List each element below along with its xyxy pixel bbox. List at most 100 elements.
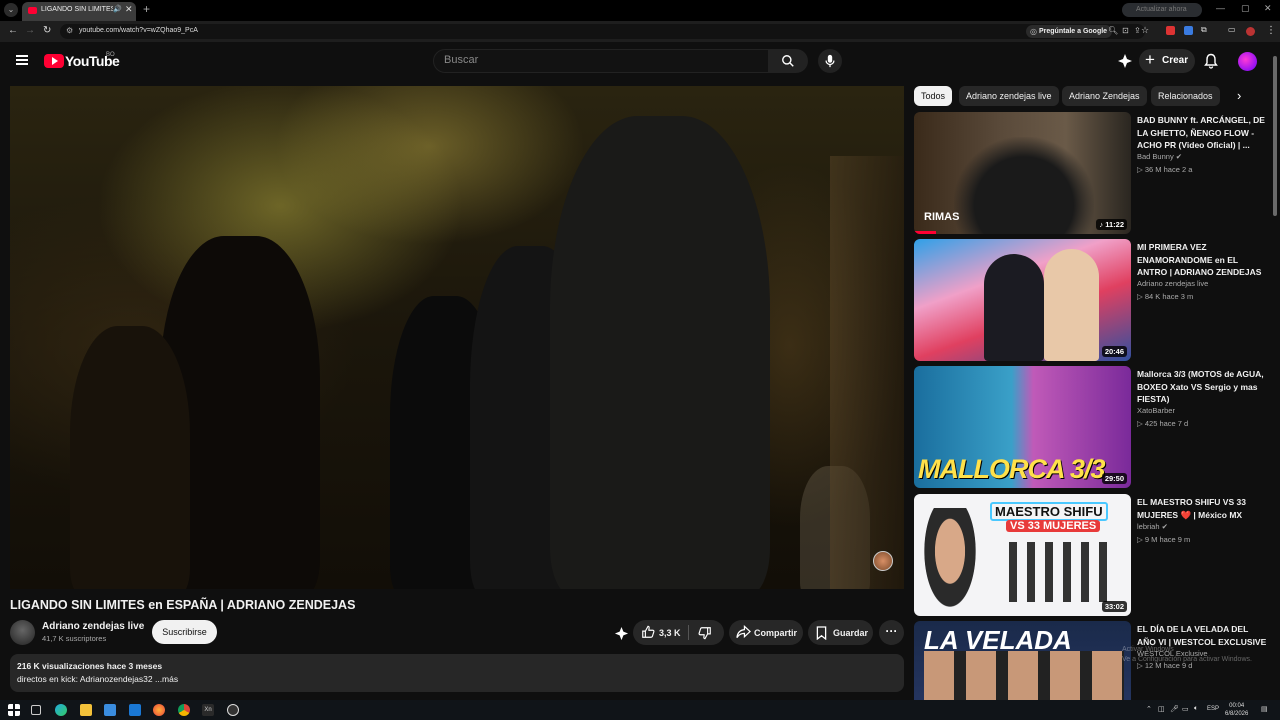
save-button[interactable]: Guardar [808,620,873,645]
close-window-button[interactable]: ✕ [1264,3,1272,14]
tray-mic-icon[interactable]: 🎤︎ [1170,705,1179,713]
edge-icon[interactable] [55,704,67,716]
recommendation-meta: ▷ 36 M hace 2 a [1137,165,1192,174]
chip-relacionados[interactable]: Relacionados [1151,86,1220,106]
recommendation-item[interactable]: RIMAS ♪ 11:22 BAD BUNNY ft. ARCÁNGEL, DE… [914,112,1269,235]
duration-badge: 29:50 [1101,473,1127,484]
address-bar[interactable]: ⚙ youtube.com/watch?v=wZQhao9_PcA ◎ Pregú… [60,24,1145,39]
install-icon[interactable]: ⊡ [1122,26,1129,35]
tab-search-button[interactable]: ⌄ [4,3,18,17]
maximize-button[interactable]: ▢ [1241,3,1250,14]
reload-button[interactable]: ↻ [43,25,51,36]
share-button[interactable]: Compartir [729,620,803,645]
chip-adriano-zendejas-live[interactable]: Adriano zendejas live [959,86,1059,106]
recommendation-title[interactable]: BAD BUNNY ft. ARCÁNGEL, DE LA GHETTO, ÑE… [1137,114,1267,152]
thumbnail-text: RIMAS [924,211,960,223]
tray-arrow-icon[interactable]: ⌃ [1146,705,1152,713]
network-icon[interactable]: ▭ [1182,705,1189,713]
ask-google-button[interactable]: ◎ Pregúntale a Google [1026,25,1113,38]
profile-update-pill[interactable]: Actualizar ahora [1122,3,1202,17]
chip-todos[interactable]: Todos [914,86,953,106]
recommendation-title[interactable]: MI PRIMERA VEZ ENAMORANDOME en EL ANTRO … [1137,241,1267,279]
tray-app-icon[interactable]: ◫ [1158,705,1165,713]
dislike-icon[interactable] [698,626,712,640]
tab-close-icon[interactable]: ✕ [125,4,133,15]
channel-name[interactable]: Adriano zendejas live [42,621,144,632]
recommendation-thumbnail[interactable]: MAESTRO SHIFU VS 33 MUJERES 33:02 [914,494,1131,616]
recommendation-thumbnail[interactable]: 20:46 [914,239,1131,361]
task-view-icon[interactable] [31,705,41,715]
recommendation-thumbnail[interactable]: RIMAS ♪ 11:22 [914,112,1131,234]
recommendation-item[interactable]: MALLORCA 3/3 29:50 Mallorca 3/3 (MOTOS d… [914,366,1269,489]
url-text[interactable]: youtube.com/watch?v=wZQhao9_PcA [79,27,198,34]
chip-adriano-zendejas[interactable]: Adriano Zendejas [1062,86,1147,106]
store-icon[interactable] [104,704,116,716]
forward-button[interactable]: → [25,25,35,36]
clock[interactable]: 00:04 6/8/2026 [1225,702,1248,718]
sparkle-icon[interactable] [1117,53,1133,69]
meta-text: 36 M hace 2 a [1144,165,1193,174]
extension-blue-icon[interactable] [1184,26,1193,35]
speaker-icon[interactable]: 🔊 [113,5,122,13]
browser-menu-icon[interactable]: ⋮ [1266,25,1276,36]
recommendation-item[interactable]: MAESTRO SHIFU VS 33 MUJERES 33:02 EL MAE… [914,494,1269,617]
miniplayer-avatar[interactable] [873,551,893,571]
tab-groups-icon[interactable]: ▭ [1228,25,1236,34]
voice-search-button[interactable] [818,49,842,73]
search-button[interactable] [768,49,808,73]
zoom-icon[interactable]: 🔍︎ [1108,26,1118,35]
search-box[interactable] [433,49,769,73]
notifications-icon[interactable]: ▤ [1261,705,1268,713]
recommendation-channel[interactable]: Adriano zendejas live [1137,279,1208,288]
extensions-puzzle-icon[interactable]: ⧉ [1201,25,1207,35]
like-icon[interactable] [641,625,655,639]
recommendation-channel[interactable]: lebriah ✔ [1137,522,1168,531]
volume-icon[interactable]: 🔈︎ [1194,705,1198,713]
start-icon[interactable] [8,704,20,716]
recommendation-channel[interactable]: XatoBarber [1137,406,1175,415]
like-count[interactable]: 3,3 K [659,628,681,638]
share-icon [736,625,751,639]
chrome-icon[interactable] [178,704,190,716]
guide-menu-icon[interactable] [16,55,28,65]
chips-next-chevron-icon[interactable]: › [1237,88,1241,103]
subscribe-button[interactable]: Suscribirse [152,620,217,644]
recommendation-channel[interactable]: Bad Bunny ✔ [1137,152,1182,161]
account-avatar[interactable] [1238,52,1257,71]
recommendation-item[interactable]: 20:46 MI PRIMERA VEZ ENAMORANDOME en EL … [914,239,1269,362]
site-info-icon[interactable]: ⚙ [66,26,73,35]
app-icon[interactable]: Xn [202,704,214,716]
youtube-logo-icon[interactable] [44,54,64,68]
recommendation-thumbnail[interactable]: MALLORCA 3/3 29:50 [914,366,1131,488]
recommendation-thumbnail[interactable]: LA VELADA [914,621,1131,700]
share-page-icon[interactable]: ⇪ [1134,26,1141,35]
clock-time: 00:04 [1229,703,1245,709]
notifications-bell-icon[interactable] [1204,53,1218,69]
description-box[interactable]: 216 K visualizaciones hace 3 meses direc… [10,654,904,692]
watch-progress-bar [914,231,936,234]
scrollbar-thumb[interactable] [1273,56,1277,216]
profile-avatar-icon[interactable] [1246,27,1255,36]
more-actions-button[interactable]: ··· [879,620,904,645]
like-dislike-bar: 3,3 K [633,620,724,645]
description-text[interactable]: directos en kick: Adrianozendejas32 ...m… [17,674,178,684]
search-input[interactable] [444,54,744,66]
recommendation-title[interactable]: EL MAESTRO SHIFU VS 33 MUJERES ❤️ | Méxi… [1137,496,1267,521]
new-tab-button[interactable]: + [143,2,150,16]
browser-tab[interactable]: LIGANDO SIN LIMITES en E 🔊 ✕ [22,2,136,21]
firefox-icon[interactable] [153,704,165,716]
sparkle-icon[interactable] [614,626,629,641]
file-explorer-icon[interactable] [80,704,92,716]
extension-red-icon[interactable] [1166,26,1175,35]
minimize-button[interactable]: — [1216,3,1225,13]
mail-icon[interactable] [129,704,141,716]
bookmark-star-icon[interactable]: ☆ [1141,25,1149,36]
back-button[interactable]: ← [8,25,18,36]
language-indicator[interactable]: ESP [1207,706,1219,712]
create-button[interactable]: + Crear [1139,49,1195,73]
video-player[interactable] [10,86,904,589]
recommendation-title[interactable]: Mallorca 3/3 (MOTOS de AGUA, BOXEO Xato … [1137,368,1267,406]
page-scrollbar[interactable] [1272,46,1278,696]
channel-avatar[interactable] [10,620,35,645]
obs-icon[interactable] [227,704,239,716]
